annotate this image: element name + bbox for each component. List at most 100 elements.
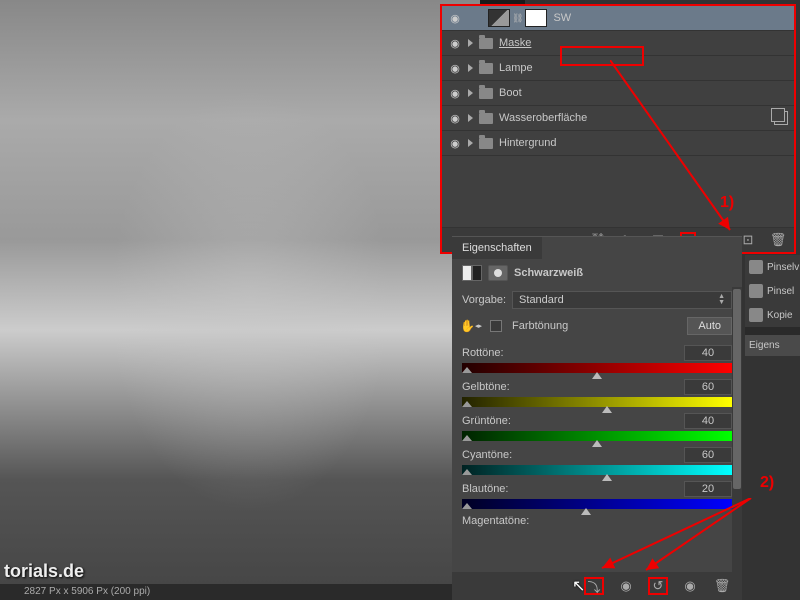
folder-icon bbox=[479, 88, 493, 99]
properties-tab[interactable]: Eigenschaften bbox=[452, 237, 542, 259]
layer-row-boot[interactable]: ◉ Boot bbox=[442, 81, 794, 106]
slider-handle[interactable] bbox=[581, 508, 591, 515]
slider-label: Gelbtöne: bbox=[462, 381, 510, 393]
slider-track[interactable] bbox=[462, 431, 732, 441]
layers-panel: ◉ ⛓ SW ◉ Maske ◉ Lampe ◉ Boot ◉ Wasserob… bbox=[440, 4, 796, 254]
slider-green: Grüntöne: 40 bbox=[462, 413, 732, 441]
layer-name[interactable]: Hintergrund bbox=[499, 137, 788, 149]
bw-adjustment-icon bbox=[462, 265, 482, 281]
visibility-toggle[interactable]: ◉ bbox=[448, 11, 462, 25]
sidebar-label: Pinselv bbox=[767, 262, 799, 273]
bw-adjustment-icon bbox=[488, 9, 510, 27]
properties-footer: ⤵ ◉ ↺ ◉ 🗑 bbox=[452, 572, 742, 600]
auto-button[interactable]: Auto bbox=[687, 317, 732, 335]
slider-label: Rottöne: bbox=[462, 347, 504, 359]
layer-row-lampe[interactable]: ◉ Lampe bbox=[442, 56, 794, 81]
stepper-arrows-icon: ▲▼ bbox=[718, 294, 725, 306]
delete-adjustment-icon[interactable]: 🗑 bbox=[712, 577, 732, 595]
preset-value: Standard bbox=[519, 294, 564, 306]
layer-row-sw[interactable]: ◉ ⛓ SW bbox=[442, 6, 794, 31]
slider-yellow: Gelbtöne: 60 bbox=[462, 379, 732, 407]
brush-item[interactable]: Pinsel bbox=[745, 279, 800, 303]
slider-label: Grüntöne: bbox=[462, 415, 511, 427]
brush-preset-item[interactable]: Pinselv bbox=[745, 255, 800, 279]
layer-mask-thumb[interactable] bbox=[525, 9, 547, 27]
preset-dropdown[interactable]: Standard ▲▼ bbox=[512, 291, 732, 309]
visibility-toggle[interactable]: ◉ bbox=[448, 136, 462, 150]
slider-handle[interactable] bbox=[592, 440, 602, 447]
divider bbox=[745, 327, 800, 335]
view-previous-icon[interactable]: ◉ bbox=[616, 577, 636, 595]
slider-value-input[interactable]: 60 bbox=[684, 379, 732, 395]
layer-name[interactable]: Boot bbox=[499, 87, 788, 99]
slider-value-input[interactable]: 40 bbox=[684, 413, 732, 429]
expand-icon[interactable] bbox=[468, 114, 473, 122]
layers-empty-area bbox=[442, 156, 794, 228]
folder-icon bbox=[479, 113, 493, 124]
slider-handle[interactable] bbox=[592, 372, 602, 379]
slider-track[interactable] bbox=[462, 465, 732, 475]
slider-track[interactable] bbox=[462, 363, 732, 373]
expand-icon[interactable] bbox=[468, 89, 473, 97]
clone-source-item[interactable]: Kopie bbox=[745, 303, 800, 327]
preset-label: Vorgabe: bbox=[462, 294, 506, 306]
slider-track[interactable] bbox=[462, 499, 732, 509]
toggle-visibility-icon[interactable]: ◉ bbox=[680, 577, 700, 595]
layer-row-wasser[interactable]: ◉ Wasseroberfläche bbox=[442, 106, 794, 131]
right-sidebar: Pinselv Pinsel Kopie Eigens bbox=[745, 255, 800, 356]
visibility-toggle[interactable]: ◉ bbox=[448, 36, 462, 50]
reset-icon[interactable]: ↺ bbox=[648, 577, 668, 595]
copy-icon[interactable] bbox=[774, 111, 788, 125]
visibility-toggle[interactable]: ◉ bbox=[448, 86, 462, 100]
layer-name[interactable]: Lampe bbox=[499, 62, 788, 74]
scrollbar[interactable] bbox=[732, 287, 742, 583]
delete-layer-icon[interactable]: 🗑 bbox=[770, 232, 786, 248]
properties-button[interactable]: Eigens bbox=[745, 335, 800, 356]
scrollbar-thumb[interactable] bbox=[733, 289, 741, 489]
slider-cyan: Cyantöne: 60 bbox=[462, 447, 732, 475]
clone-icon bbox=[749, 308, 763, 322]
slider-handle[interactable] bbox=[602, 474, 612, 481]
visibility-toggle[interactable]: ◉ bbox=[448, 111, 462, 125]
adjustment-type-label: Schwarzweiß bbox=[514, 267, 583, 279]
slider-track[interactable] bbox=[462, 397, 732, 407]
clip-to-layer-icon[interactable]: ⤵ bbox=[584, 577, 604, 595]
slider-magenta: Magentatöne: bbox=[462, 515, 732, 527]
folder-icon bbox=[479, 63, 493, 74]
properties-header: Schwarzweiß bbox=[452, 259, 742, 287]
mouse-cursor: ↖ bbox=[572, 576, 585, 596]
layer-row-hintergrund[interactable]: ◉ Hintergrund bbox=[442, 131, 794, 156]
layer-row-maske[interactable]: ◉ Maske bbox=[442, 31, 794, 56]
slider-label: Blautöne: bbox=[462, 483, 508, 495]
document-canvas[interactable]: torials.de bbox=[0, 0, 480, 600]
slider-red: Rottöne: 40 bbox=[462, 345, 732, 373]
properties-panel: Eigenschaften Schwarzweiß Vorgabe: Stand… bbox=[452, 236, 742, 600]
status-bar: 2827 Px x 5906 Px (200 ppi) bbox=[0, 584, 480, 600]
slider-value-input[interactable]: 40 bbox=[684, 345, 732, 361]
sidebar-label: Eigens bbox=[749, 340, 780, 351]
expand-icon[interactable] bbox=[468, 64, 473, 72]
new-layer-icon[interactable]: ⊡ bbox=[740, 232, 756, 248]
layer-name[interactable]: Maske bbox=[499, 37, 788, 49]
slider-value-input[interactable]: 20 bbox=[684, 481, 732, 497]
watermark-text: torials.de bbox=[4, 561, 84, 582]
expand-icon[interactable] bbox=[468, 139, 473, 147]
slider-blue: Blautöne: 20 bbox=[462, 481, 732, 509]
visibility-toggle[interactable]: ◉ bbox=[448, 61, 462, 75]
tint-checkbox[interactable] bbox=[490, 320, 502, 332]
brush-icon bbox=[749, 260, 763, 274]
layer-name[interactable]: Wasseroberfläche bbox=[499, 112, 768, 124]
scrubby-hand-icon[interactable]: ✋◂▸ bbox=[462, 319, 480, 333]
slider-label: Magentatöne: bbox=[462, 515, 529, 527]
slider-handle[interactable] bbox=[602, 406, 612, 413]
adjustment-layer-thumb[interactable]: ⛓ bbox=[488, 9, 547, 27]
sidebar-label: Kopie bbox=[767, 310, 793, 321]
sidebar-label: Pinsel bbox=[767, 286, 794, 297]
mask-icon[interactable] bbox=[488, 265, 508, 281]
annotation-label-2: 2) bbox=[760, 474, 774, 492]
annotation-label-1: 1) bbox=[720, 194, 734, 212]
layer-name[interactable]: SW bbox=[553, 12, 788, 24]
folder-icon bbox=[479, 138, 493, 149]
slider-value-input[interactable]: 60 bbox=[684, 447, 732, 463]
expand-icon[interactable] bbox=[468, 39, 473, 47]
